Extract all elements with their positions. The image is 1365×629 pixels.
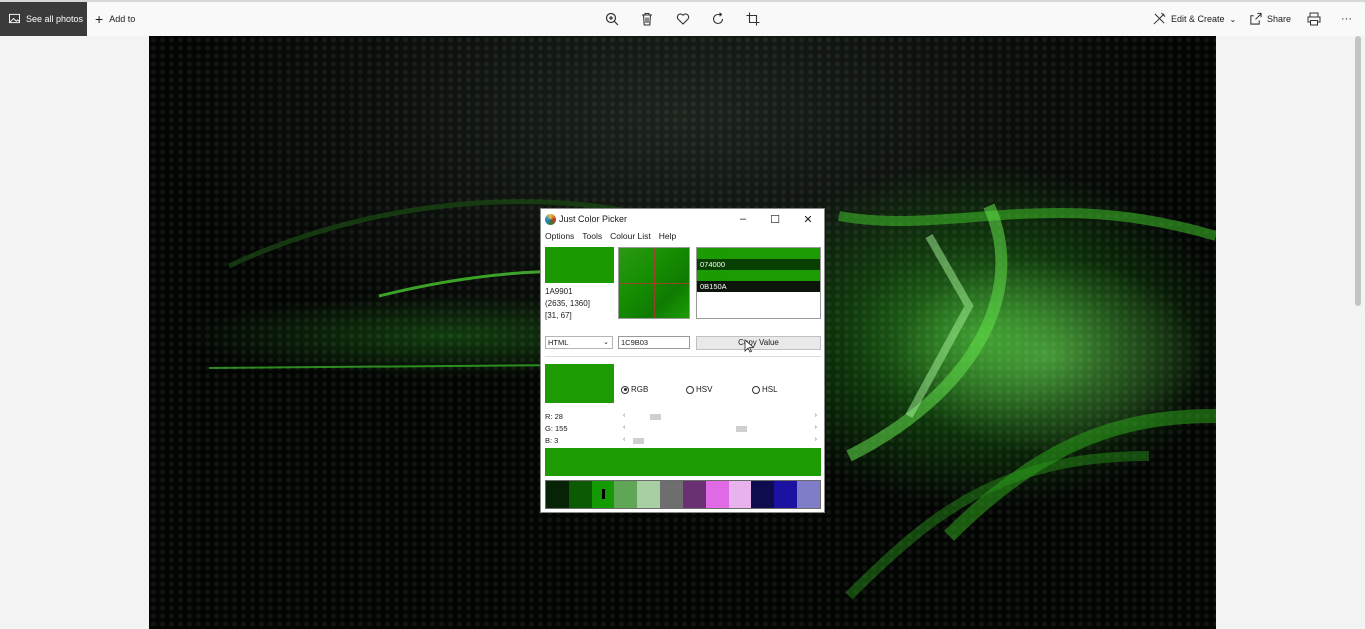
- color-history-item[interactable]: 0B150A: [697, 281, 820, 292]
- photos-toolbar: See all photos + Add to Edit & Create ⌄ …: [0, 0, 1365, 36]
- edit-create-button[interactable]: Edit & Create ⌄: [1153, 2, 1236, 36]
- format-select-value: HTML: [548, 338, 569, 347]
- chevron-down-icon: ⌄: [1229, 14, 1237, 24]
- see-all-photos-label: See all photos: [26, 14, 84, 24]
- mode-radio-rgb[interactable]: RGB: [621, 385, 648, 394]
- menu-colour-list[interactable]: Colour List: [610, 231, 651, 241]
- zoom-preview: [618, 247, 690, 319]
- palette-swatch[interactable]: [774, 481, 798, 508]
- palette-swatch[interactable]: [797, 481, 820, 508]
- gallery-icon: [9, 13, 20, 26]
- color-history-item[interactable]: 1C9B03: [697, 270, 820, 281]
- palette-swatch[interactable]: [705, 481, 729, 508]
- close-icon[interactable]: ✕: [801, 212, 815, 226]
- more-icon: ···: [1341, 13, 1352, 25]
- chevron-down-icon: ⌄: [603, 339, 609, 346]
- zoom-in-icon[interactable]: [604, 11, 620, 27]
- mode-label-rgb: RGB: [631, 385, 649, 394]
- chevron-right-icon[interactable]: ›: [815, 436, 817, 443]
- picked-color-swatch: [545, 247, 614, 283]
- share-icon: [1249, 12, 1262, 27]
- palette-swatch[interactable]: [614, 481, 638, 508]
- current-color-swatch: [545, 364, 614, 403]
- selected-swatch-marker: [601, 489, 605, 500]
- maximize-icon[interactable]: ☐: [768, 212, 782, 226]
- rotate-icon[interactable]: [710, 11, 726, 27]
- radio-dot: [686, 385, 694, 394]
- red-slider[interactable]: ‹ ›: [623, 412, 817, 421]
- chevron-left-icon[interactable]: ‹: [623, 424, 625, 431]
- picked-zoom-position: [31, 67]: [545, 311, 572, 320]
- blue-label: B: 3: [545, 436, 559, 445]
- palette-swatch[interactable]: [751, 481, 775, 508]
- mode-radio-hsl[interactable]: HSL: [752, 385, 778, 394]
- mode-label-hsl: HSL: [762, 385, 778, 394]
- radio-dot: [752, 385, 760, 394]
- heart-icon[interactable]: [675, 11, 691, 27]
- palette-swatch[interactable]: [637, 481, 661, 508]
- menu-help[interactable]: Help: [659, 231, 676, 241]
- blue-slider[interactable]: ‹ ›: [623, 436, 817, 445]
- picked-screen-position: (2635, 1360]: [545, 299, 590, 308]
- color-value-field[interactable]: 1C9B03: [618, 336, 690, 349]
- palette-app-icon: [545, 213, 556, 225]
- share-label: Share: [1267, 14, 1292, 24]
- format-select[interactable]: HTML ⌄: [545, 336, 613, 349]
- zoom-crosshair-vertical: [654, 248, 655, 318]
- mouse-cursor-icon: [744, 339, 754, 353]
- just-color-picker-window: Just Color Picker – ☐ ✕ Options Tools Co…: [540, 208, 825, 513]
- current-color-bar: [545, 448, 821, 476]
- picked-color-info: 1A9901 (2635, 1360] [31, 67]: [545, 286, 590, 322]
- palette-swatch[interactable]: [682, 481, 706, 508]
- blue-slider-thumb[interactable]: [633, 438, 645, 444]
- color-history-list[interactable]: 1C9B03 074000 1C9B03 0B150A: [696, 247, 821, 319]
- menu-options[interactable]: Options: [545, 231, 574, 241]
- print-icon[interactable]: [1306, 11, 1322, 27]
- chevron-right-icon[interactable]: ›: [815, 412, 817, 419]
- picked-hex: 1A9901: [545, 287, 573, 296]
- mode-label-hsv: HSV: [696, 385, 713, 394]
- radio-dot: [621, 385, 629, 394]
- vertical-scrollbar[interactable]: [1355, 36, 1361, 306]
- color-history-item[interactable]: 074000: [697, 259, 820, 270]
- add-to-button[interactable]: + Add to: [95, 2, 135, 36]
- mode-radio-hsv[interactable]: HSV: [686, 385, 712, 394]
- green-label: G: 155: [545, 424, 568, 433]
- crop-icon[interactable]: [745, 11, 761, 27]
- chevron-right-icon[interactable]: ›: [815, 424, 817, 431]
- delete-icon[interactable]: [639, 11, 655, 27]
- divider: [545, 356, 821, 357]
- palette-swatch[interactable]: [728, 481, 752, 508]
- palette-swatch[interactable]: [546, 481, 569, 508]
- palette-swatch[interactable]: [591, 481, 615, 508]
- color-history-item[interactable]: 1C9B03: [697, 248, 820, 259]
- minimize-icon[interactable]: –: [736, 212, 750, 226]
- picker-title: Just Color Picker: [559, 214, 628, 224]
- red-label: R: 28: [545, 412, 563, 421]
- red-slider-thumb[interactable]: [649, 414, 661, 420]
- add-to-label: Add to: [109, 14, 136, 24]
- share-button[interactable]: Share: [1249, 2, 1291, 36]
- edit-create-label: Edit & Create: [1171, 14, 1225, 24]
- palette-swatch[interactable]: [568, 481, 592, 508]
- chevron-left-icon[interactable]: ‹: [623, 436, 625, 443]
- color-palette[interactable]: [545, 480, 821, 509]
- edit-create-icon: [1153, 12, 1166, 27]
- plus-icon: +: [95, 11, 104, 27]
- palette-swatch[interactable]: [660, 481, 683, 508]
- copy-value-button[interactable]: Copy Value: [696, 336, 821, 350]
- chevron-left-icon[interactable]: ‹: [623, 412, 625, 419]
- see-all-photos-button[interactable]: See all photos: [0, 2, 87, 36]
- green-slider[interactable]: ‹ ›: [623, 424, 817, 433]
- picker-menu-bar: Options Tools Colour List Help: [545, 231, 676, 241]
- picker-title-bar[interactable]: Just Color Picker – ☐ ✕: [541, 209, 824, 229]
- more-options-button[interactable]: ···: [1341, 2, 1352, 36]
- menu-tools[interactable]: Tools: [582, 231, 602, 241]
- green-slider-thumb[interactable]: [735, 426, 747, 432]
